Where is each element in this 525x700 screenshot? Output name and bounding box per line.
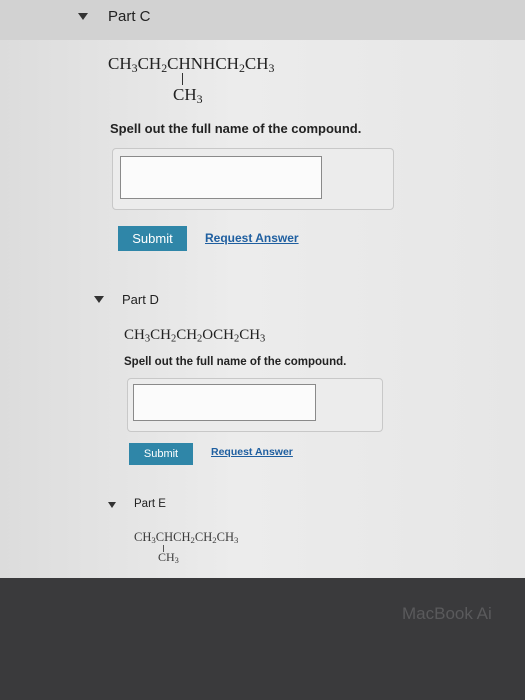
part-c-branch-bond [182,73,183,85]
part-c-formula: CH3CH2CHNHCH2CH3 [108,54,275,75]
macbook-bezel-label: MacBook Ai [402,604,492,623]
part-d-request-answer-link[interactable]: Request Answer [211,446,293,458]
screen: Part C CH3CH2CHNHCH2CH3 CH3 Spell out th… [0,0,525,578]
part-e-title: Part E [134,498,166,510]
part-c-prompt: Spell out the full name of the compound. [110,121,362,136]
collapse-triangle-icon[interactable] [108,502,116,508]
part-c-answer-input[interactable] [120,156,322,199]
part-d-prompt: Spell out the full name of the compound. [124,356,347,368]
part-d-formula: CH3CH2CH2OCH2CH3 [124,327,266,345]
part-d-answer-input[interactable] [133,384,316,421]
part-e-formula: CH3CHCH2CH2CH3 [134,530,239,546]
part-c-title: Part C [108,8,151,25]
part-d-submit-button[interactable]: Submit [129,443,193,465]
part-c-request-answer-link[interactable]: Request Answer [205,231,299,245]
part-c-submit-button[interactable]: Submit [118,226,187,251]
part-e-formula-branch: CH3 [158,550,179,566]
collapse-triangle-icon[interactable] [78,13,88,20]
part-c-header[interactable] [0,0,525,40]
part-d-title: Part D [122,292,159,307]
part-c-formula-branch: CH3 [173,85,203,106]
collapse-triangle-icon[interactable] [94,296,104,303]
